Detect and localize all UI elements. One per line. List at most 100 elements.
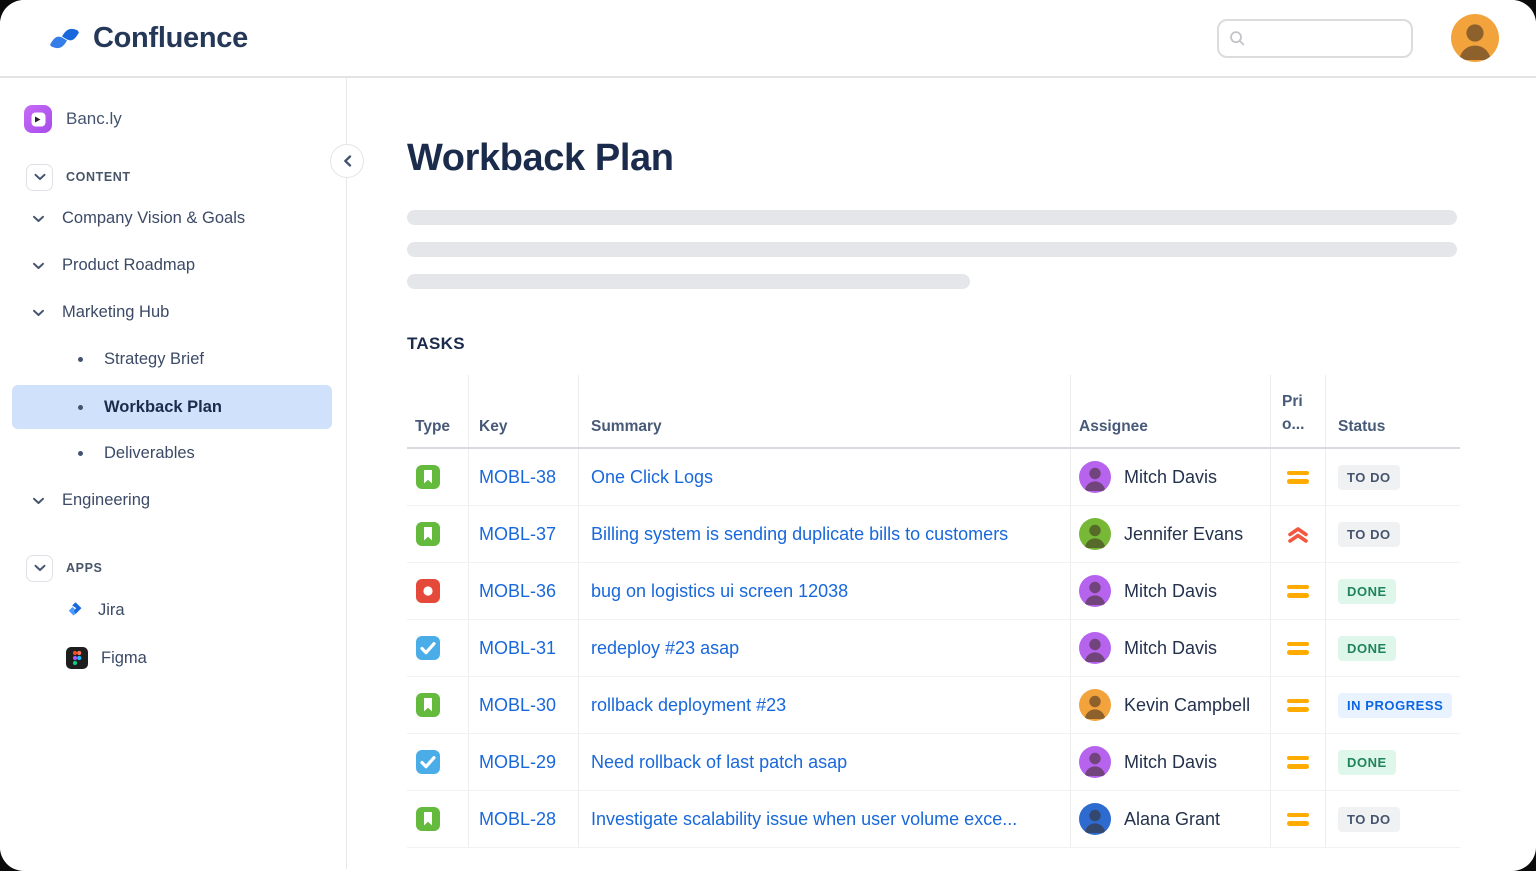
issue-summary-link[interactable]: Need rollback of last patch asap bbox=[578, 734, 1070, 790]
priority-cell bbox=[1270, 506, 1325, 562]
avatar bbox=[1079, 575, 1111, 607]
sidebar-item-jira[interactable]: Jira bbox=[0, 586, 346, 634]
priority-medium-icon bbox=[1287, 470, 1309, 484]
chevron-down-icon bbox=[34, 173, 45, 180]
issue-summary-link[interactable]: One Click Logs bbox=[578, 449, 1070, 505]
sidebar-item-marketing-hub[interactable]: Marketing Hub bbox=[0, 289, 346, 336]
top-navigation-bar: Confluence bbox=[0, 0, 1536, 78]
sidebar-collapse-button[interactable] bbox=[330, 144, 364, 178]
issue-type-cell bbox=[407, 677, 468, 733]
apps-section-header: APPS bbox=[0, 550, 346, 586]
sidebar-item-deliverables[interactable]: Deliverables bbox=[0, 430, 346, 477]
bullet-icon bbox=[78, 357, 83, 362]
issue-key-link[interactable]: MOBL-36 bbox=[468, 563, 578, 619]
sidebar-item-label: Workback Plan bbox=[104, 397, 222, 416]
priority-cell bbox=[1270, 677, 1325, 733]
chevron-down-icon bbox=[33, 497, 44, 504]
sidebar-item-label: Engineering bbox=[62, 491, 151, 509]
priority-medium-icon bbox=[1287, 698, 1309, 712]
table-row: MOBL-38 One Click Logs Mitch Davis TO DO bbox=[407, 449, 1460, 506]
apps-section-label: APPS bbox=[66, 561, 103, 575]
issue-summary-link[interactable]: Billing system is sending duplicate bill… bbox=[578, 506, 1070, 562]
sidebar-item-strategy-brief[interactable]: Strategy Brief bbox=[0, 336, 346, 383]
sidebar-item-label: Marketing Hub bbox=[62, 303, 170, 321]
status-badge: DONE bbox=[1338, 635, 1396, 661]
issue-key-link[interactable]: MOBL-29 bbox=[468, 734, 578, 790]
table-row: MOBL-29 Need rollback of last patch asap… bbox=[407, 734, 1460, 791]
priority-cell bbox=[1270, 449, 1325, 505]
status-cell: TO DO bbox=[1325, 791, 1460, 847]
issue-type-cell bbox=[407, 563, 468, 619]
assignee-name: Jennifer Evans bbox=[1124, 523, 1244, 544]
sidebar-item-product-roadmap[interactable]: Product Roadmap bbox=[0, 242, 346, 289]
sidebar-item-label: Jira bbox=[98, 600, 125, 619]
chevron-left-icon bbox=[343, 155, 351, 167]
space-name: Banc.ly bbox=[66, 109, 122, 128]
issue-summary-link[interactable]: redeploy #23 asap bbox=[578, 620, 1070, 676]
issue-type-icon bbox=[416, 636, 440, 660]
issue-type-cell bbox=[407, 506, 468, 562]
assignee-name: Mitch Davis bbox=[1124, 580, 1218, 601]
issue-type-icon bbox=[416, 750, 440, 774]
bullet-icon bbox=[78, 451, 83, 456]
text-placeholder-bar bbox=[407, 242, 1457, 257]
sidebar-item-figma[interactable]: Figma bbox=[0, 634, 346, 682]
table-row: MOBL-28 Investigate scalability issue wh… bbox=[407, 791, 1460, 848]
figma-icon bbox=[66, 647, 88, 669]
issue-type-cell bbox=[407, 449, 468, 505]
table-row: MOBL-37 Billing system is sending duplic… bbox=[407, 506, 1460, 563]
issue-key-link[interactable]: MOBL-31 bbox=[468, 620, 578, 676]
status-badge: TO DO bbox=[1338, 806, 1400, 832]
issue-key-link[interactable]: MOBL-28 bbox=[468, 791, 578, 847]
confluence-logo[interactable]: Confluence bbox=[48, 22, 248, 55]
user-avatar-silhouette bbox=[1459, 24, 1491, 60]
sidebar-item-engineering[interactable]: Engineering bbox=[0, 477, 346, 524]
column-header-status: Status bbox=[1325, 375, 1460, 447]
issue-type-cell bbox=[407, 791, 468, 847]
apps-collapse-button[interactable] bbox=[26, 554, 53, 582]
page-title: Workback Plan bbox=[407, 137, 674, 179]
text-placeholder-bar bbox=[407, 274, 970, 289]
avatar bbox=[1079, 518, 1111, 550]
sidebar-item-workback-plan[interactable]: Workback Plan bbox=[12, 385, 332, 429]
issue-key-link[interactable]: MOBL-37 bbox=[468, 506, 578, 562]
issue-type-cell bbox=[407, 620, 468, 676]
priority-cell bbox=[1270, 734, 1325, 790]
table-header-row: Type Key Summary Assignee Pri o... Statu… bbox=[407, 375, 1460, 449]
issue-summary-link[interactable]: rollback deployment #23 bbox=[578, 677, 1070, 733]
user-avatar[interactable] bbox=[1451, 14, 1499, 62]
avatar bbox=[1079, 803, 1111, 835]
search-icon bbox=[1230, 30, 1245, 45]
column-header-priority: Pri o... bbox=[1270, 375, 1325, 447]
search-box[interactable] bbox=[1217, 18, 1413, 58]
jira-icon bbox=[68, 601, 82, 615]
issue-key-link[interactable]: MOBL-38 bbox=[468, 449, 578, 505]
assignee-cell: Mitch Davis bbox=[1070, 620, 1270, 676]
space-logo-icon bbox=[24, 105, 52, 133]
priority-medium-icon bbox=[1287, 812, 1309, 826]
assignee-cell: Kevin Campbell bbox=[1070, 677, 1270, 733]
priority-cell bbox=[1270, 791, 1325, 847]
issue-type-icon bbox=[416, 465, 440, 489]
issue-summary-link[interactable]: Investigate scalability issue when user … bbox=[578, 791, 1070, 847]
sidebar-item-company-vision[interactable]: Company Vision & Goals bbox=[0, 195, 346, 242]
assignee-name: Mitch Davis bbox=[1124, 637, 1218, 658]
priority-cell bbox=[1270, 620, 1325, 676]
assignee-cell: Jennifer Evans bbox=[1070, 506, 1270, 562]
priority-medium-icon bbox=[1287, 755, 1309, 769]
content-section-header: CONTENT bbox=[0, 159, 346, 195]
avatar bbox=[1079, 746, 1111, 778]
space-header[interactable]: Banc.ly bbox=[0, 100, 346, 138]
content-collapse-button[interactable] bbox=[26, 163, 53, 191]
column-header-summary: Summary bbox=[578, 375, 1070, 447]
brand-name: Confluence bbox=[93, 21, 248, 54]
issue-summary-link[interactable]: bug on logistics ui screen 12038 bbox=[578, 563, 1070, 619]
priority-medium-icon bbox=[1287, 641, 1309, 655]
issue-type-icon bbox=[416, 579, 440, 603]
search-input[interactable] bbox=[1246, 29, 1403, 47]
issue-type-icon bbox=[416, 693, 440, 717]
text-placeholder-bar bbox=[407, 210, 1457, 225]
column-header-type: Type bbox=[415, 418, 451, 435]
chevron-down-icon bbox=[33, 309, 44, 316]
issue-key-link[interactable]: MOBL-30 bbox=[468, 677, 578, 733]
